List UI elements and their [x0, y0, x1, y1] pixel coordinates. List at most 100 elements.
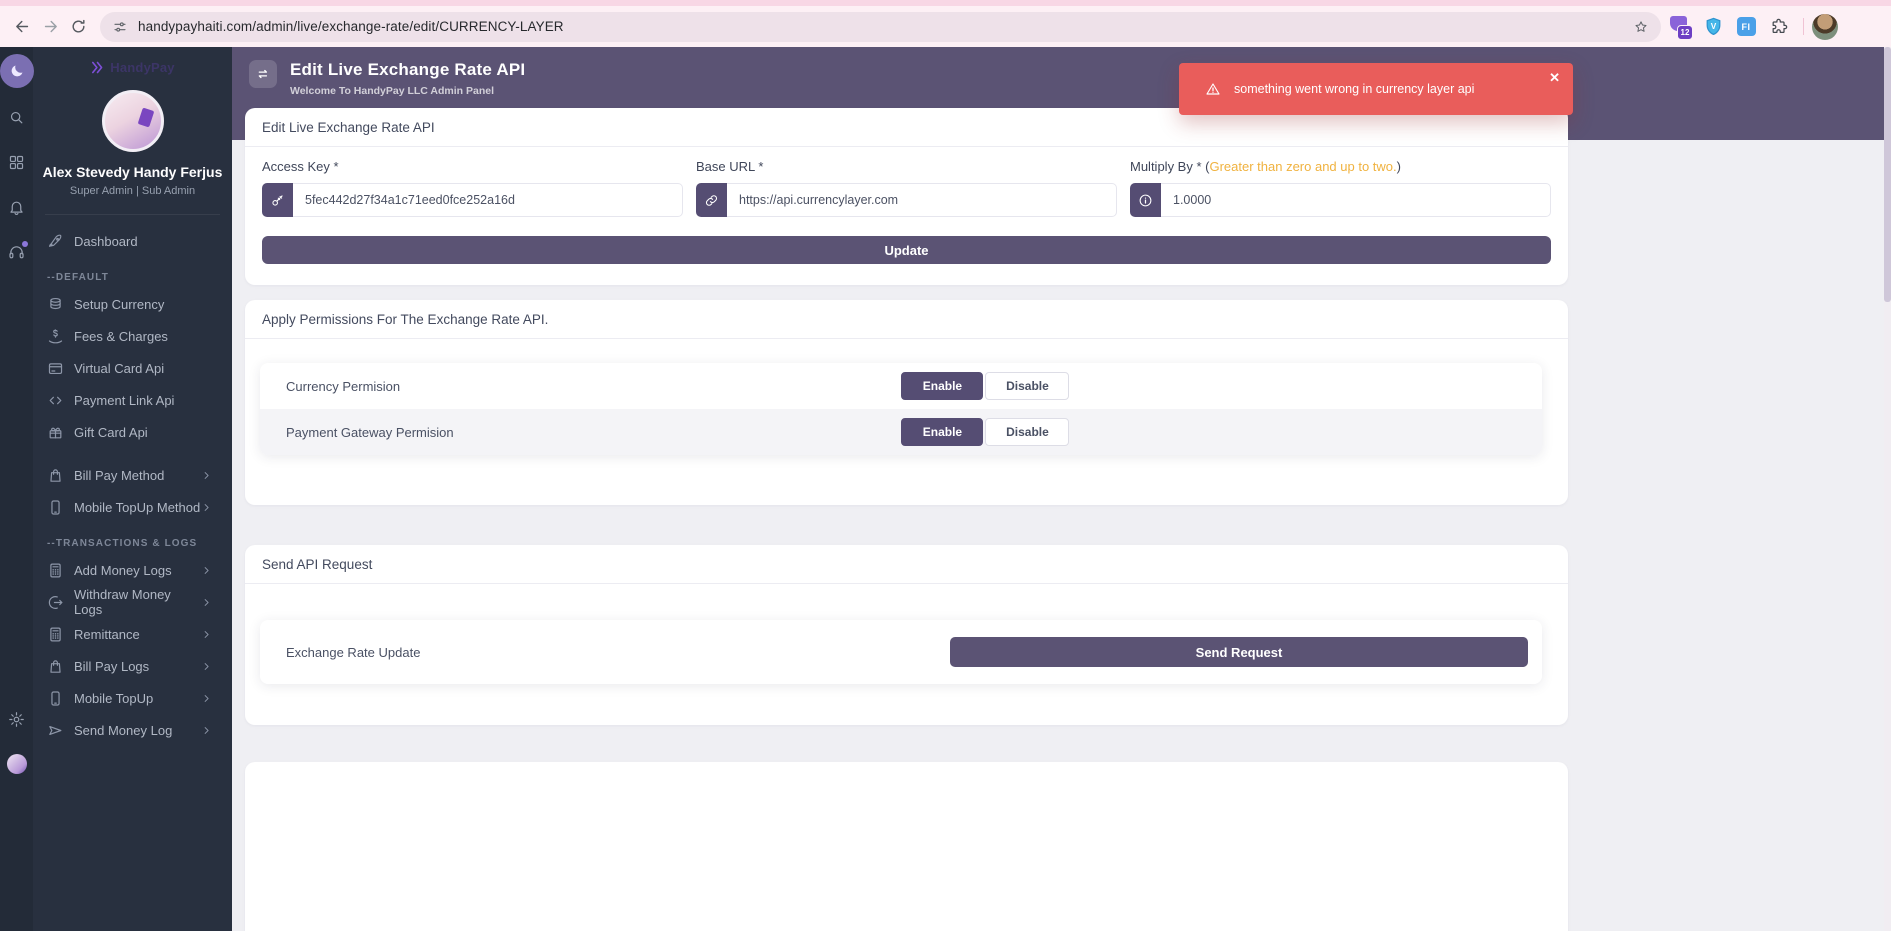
reload-button[interactable]: [64, 13, 92, 41]
toast-message: something went wrong in currency layer a…: [1234, 82, 1474, 96]
browser-profile-avatar[interactable]: [1812, 14, 1838, 40]
rail-gear-button[interactable]: [6, 708, 28, 730]
bookmark-star-icon[interactable]: [1633, 19, 1649, 35]
forward-arrow-icon: [42, 18, 59, 35]
sidebar-item-payment-link-api[interactable]: Payment Link Api: [33, 384, 232, 416]
edit-api-card: Edit Live Exchange Rate API Access Key *…: [245, 108, 1568, 285]
page-scrollbar[interactable]: [1884, 47, 1891, 931]
sidebar-menu: Dashboard --DEFAULT Setup Currency Fees & C…: [33, 215, 232, 746]
extension-shield-icon[interactable]: V: [1699, 13, 1727, 41]
bell-icon: [8, 199, 25, 216]
rail-headset-button[interactable]: [6, 241, 28, 263]
site-info-icon[interactable]: [112, 19, 128, 35]
user-role: Super Admin | Sub Admin: [33, 185, 232, 197]
code-icon: [47, 392, 64, 409]
page-subtitle: Welcome To HandyPay LLC Admin Panel: [290, 85, 525, 97]
sidebar-item-mobile-topup-method[interactable]: Mobile TopUp Method: [33, 491, 232, 523]
error-toast: something went wrong in currency layer a…: [1179, 63, 1573, 115]
enable-button[interactable]: Enable: [901, 418, 983, 446]
rail-grid-button[interactable]: [6, 151, 28, 173]
update-button[interactable]: Update: [262, 236, 1551, 264]
card-icon: [47, 360, 64, 377]
main-content: Edit Live Exchange Rate API Welcome To H…: [232, 47, 1891, 931]
sidebar-item-label: Mobile TopUp Method: [74, 500, 200, 515]
info-icon: [1130, 183, 1161, 217]
icon-rail: [0, 47, 33, 931]
warning-icon: [1205, 81, 1221, 97]
permissions-card-title: Apply Permissions For The Exchange Rate …: [245, 300, 1568, 339]
permission-row-payment-gateway-permision: Payment Gateway PermisionEnableDisable: [260, 409, 1542, 455]
sidebar-item-add-money-logs[interactable]: Add Money Logs: [33, 554, 232, 586]
disable-button[interactable]: Disable: [985, 372, 1069, 400]
chevron-right-icon: [201, 693, 212, 704]
disable-button[interactable]: Disable: [985, 418, 1069, 446]
extension-badge: 12: [1677, 25, 1693, 40]
key-icon: [262, 183, 293, 217]
browser-chrome: handypayhaiti.com/admin/live/exchange-ra…: [0, 0, 1891, 47]
sidebar-item-label: Bill Pay Method: [74, 468, 164, 483]
browser-toolbar: handypayhaiti.com/admin/live/exchange-ra…: [0, 6, 1891, 47]
sidebar-item-withdraw-money-logs[interactable]: Withdraw Money Logs: [33, 586, 232, 618]
sidebar-item-label: Virtual Card Api: [74, 361, 164, 376]
rocket-icon: [47, 233, 64, 250]
rail-search-button[interactable]: [6, 106, 28, 128]
brand-name: HandyPay: [110, 60, 174, 75]
enable-button[interactable]: Enable: [901, 372, 983, 400]
forward-button[interactable]: [36, 13, 64, 41]
rail-bell-button[interactable]: [6, 196, 28, 218]
bag-icon: [47, 467, 64, 484]
user-avatar[interactable]: [102, 90, 164, 152]
sidebar-item-virtual-card-api[interactable]: Virtual Card Api: [33, 352, 232, 384]
sidebar-item-label: Gift Card Api: [74, 425, 148, 440]
url-bar[interactable]: handypayhaiti.com/admin/live/exchange-ra…: [100, 12, 1661, 42]
sidebar-item-bill-pay-method[interactable]: Bill Pay Method: [33, 459, 232, 491]
multiply-by-input[interactable]: [1161, 183, 1551, 217]
sidebar-item-label: Dashboard: [74, 234, 138, 249]
sidebar-item-bill-pay-logs[interactable]: Bill Pay Logs: [33, 650, 232, 682]
sidebar-item-fees-charges[interactable]: Fees & Charges: [33, 320, 232, 352]
chevron-right-icon: [201, 470, 212, 481]
sidebar-item-dashboard[interactable]: Dashboard: [33, 225, 232, 257]
back-button[interactable]: [8, 13, 36, 41]
permission-label: Payment Gateway Permision: [286, 425, 901, 440]
sidebar-item-mobile-topup[interactable]: Mobile TopUp: [33, 682, 232, 714]
profile-mini-icon: [7, 754, 27, 774]
exchange-arrows-icon: [255, 66, 271, 82]
exchange-header-button[interactable]: [249, 60, 277, 88]
sidebar-section-label: --TRANSACTIONS & LOGS: [33, 523, 232, 554]
sidebar-item-label: Setup Currency: [74, 297, 164, 312]
rail-profile-mini-button[interactable]: [6, 753, 28, 775]
send-request-button[interactable]: Send Request: [950, 637, 1528, 667]
sidebar-item-label: Withdraw Money Logs: [74, 587, 201, 617]
sidebar-item-setup-currency[interactable]: Setup Currency: [33, 288, 232, 320]
search-icon: [8, 109, 25, 126]
scrollbar-thumb[interactable]: [1884, 47, 1891, 302]
base-url-field: Base URL *: [696, 159, 1117, 217]
coins-icon: [47, 296, 64, 313]
exchange-rate-update-label: Exchange Rate Update: [286, 645, 950, 660]
extensions-puzzle-icon[interactable]: [1765, 13, 1793, 41]
gift-icon: [47, 424, 64, 441]
calculator-icon: [47, 562, 64, 579]
moon-icon: [9, 63, 25, 79]
page-title: Edit Live Exchange Rate API: [290, 60, 525, 80]
toolbar-divider: [1803, 18, 1804, 35]
chevron-right-icon: [201, 661, 212, 672]
send-request-card: Send API Request Exchange Rate Update Se…: [245, 545, 1568, 725]
extension-fi-icon[interactable]: FI: [1732, 13, 1760, 41]
access-key-input[interactable]: [293, 183, 683, 217]
logout-icon: [47, 594, 64, 611]
url-text[interactable]: handypayhaiti.com/admin/live/exchange-ra…: [138, 19, 564, 34]
link-icon: [696, 183, 727, 217]
brand-logo[interactable]: HandyPay: [33, 47, 232, 75]
base-url-input[interactable]: [727, 183, 1117, 217]
sidebar-item-send-money-log[interactable]: Send Money Log: [33, 714, 232, 746]
sidebar-item-gift-card-api[interactable]: Gift Card Api: [33, 416, 232, 448]
rail-moon-button[interactable]: [0, 54, 34, 88]
sidebar-item-remittance[interactable]: Remittance: [33, 618, 232, 650]
sidebar: HandyPay Alex Stevedy Handy Ferjus Super…: [33, 47, 232, 931]
next-section-card: [245, 762, 1568, 931]
extension-purple-icon[interactable]: 12: [1666, 13, 1694, 41]
toast-close-icon[interactable]: ✕: [1549, 71, 1560, 84]
sidebar-section-label: --DEFAULT: [33, 257, 232, 288]
